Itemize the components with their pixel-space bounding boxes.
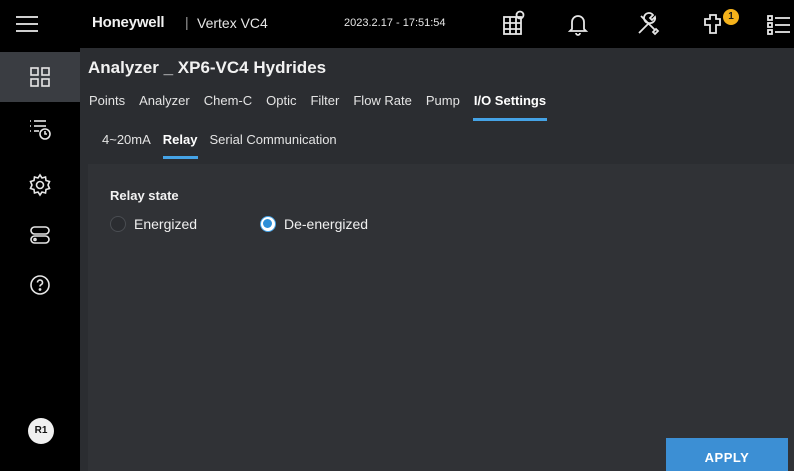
menu-icon[interactable] <box>14 11 40 37</box>
radio-button-checked-icon <box>260 216 276 232</box>
sidebar-item-event-history[interactable] <box>0 104 80 154</box>
tab-io-settings[interactable]: I/O Settings <box>472 94 548 122</box>
sidebar-item-help[interactable] <box>0 260 80 310</box>
top-bar: Honeywell | Vertex VC4 2023.2.17 - 17:51… <box>0 0 794 48</box>
tab-flow-rate[interactable]: Flow Rate <box>352 94 413 122</box>
tab-points[interactable]: Points <box>88 94 126 122</box>
dashboard-grid-icon <box>30 67 50 87</box>
tab-pump[interactable]: Pump <box>425 94 461 122</box>
brand-separator: | <box>185 14 189 30</box>
io-settings-panel: 4~20mA Relay Serial Communication Relay … <box>88 122 794 471</box>
product-name: Vertex VC4 <box>197 15 268 31</box>
brand-logo: Honeywell <box>92 14 165 31</box>
sidebar: R1 <box>0 48 80 471</box>
calendar-status-icon[interactable] <box>500 9 530 39</box>
page-title: Analyzer _ XP6-VC4 Hydrides <box>88 58 327 77</box>
notification-badge: 1 <box>723 9 739 25</box>
subtab-bar: 4~20mA Relay Serial Communication <box>102 132 349 160</box>
apply-button[interactable]: APPLY <box>666 438 788 471</box>
gear-icon <box>29 173 51 197</box>
radio-de-energized[interactable]: De-energized <box>260 214 368 234</box>
subtab-serial-communication[interactable]: Serial Communication <box>210 132 337 160</box>
radio-de-energized-label: De-energized <box>284 216 369 232</box>
tab-analyzer[interactable]: Analyzer <box>138 94 191 122</box>
subtab-relay[interactable]: Relay <box>162 132 198 160</box>
relay-panel: Relay state Energized De-energized APPLY <box>88 164 794 471</box>
help-icon <box>30 275 50 295</box>
datetime: 2023.2.17 - 17:51:54 <box>344 17 446 29</box>
subtab-4-20ma[interactable]: 4~20mA <box>102 132 151 160</box>
main-content: Analyzer _ XP6-VC4 Hydrides Points Analy… <box>80 48 794 471</box>
list-settings-icon[interactable] <box>764 9 794 39</box>
bell-icon[interactable] <box>563 9 593 39</box>
sidebar-item-storage[interactable] <box>0 210 80 260</box>
radio-energized[interactable]: Energized <box>110 214 197 234</box>
radio-energized-label: Energized <box>134 216 198 232</box>
sidebar-item-settings[interactable] <box>0 160 80 210</box>
radio-button-icon <box>110 216 126 232</box>
tab-chem-c[interactable]: Chem-C <box>203 94 253 122</box>
avatar[interactable]: R1 <box>28 418 54 444</box>
sidebar-item-dashboard[interactable] <box>0 52 80 102</box>
event-history-icon <box>30 120 51 140</box>
storage-icon <box>30 226 50 244</box>
tab-bar: Points Analyzer Chem-C Optic Filter Flow… <box>88 94 559 124</box>
tab-optic[interactable]: Optic <box>265 94 297 122</box>
tab-filter[interactable]: Filter <box>309 94 340 122</box>
relay-state-label: Relay state <box>110 188 179 203</box>
tools-icon[interactable] <box>633 9 663 39</box>
